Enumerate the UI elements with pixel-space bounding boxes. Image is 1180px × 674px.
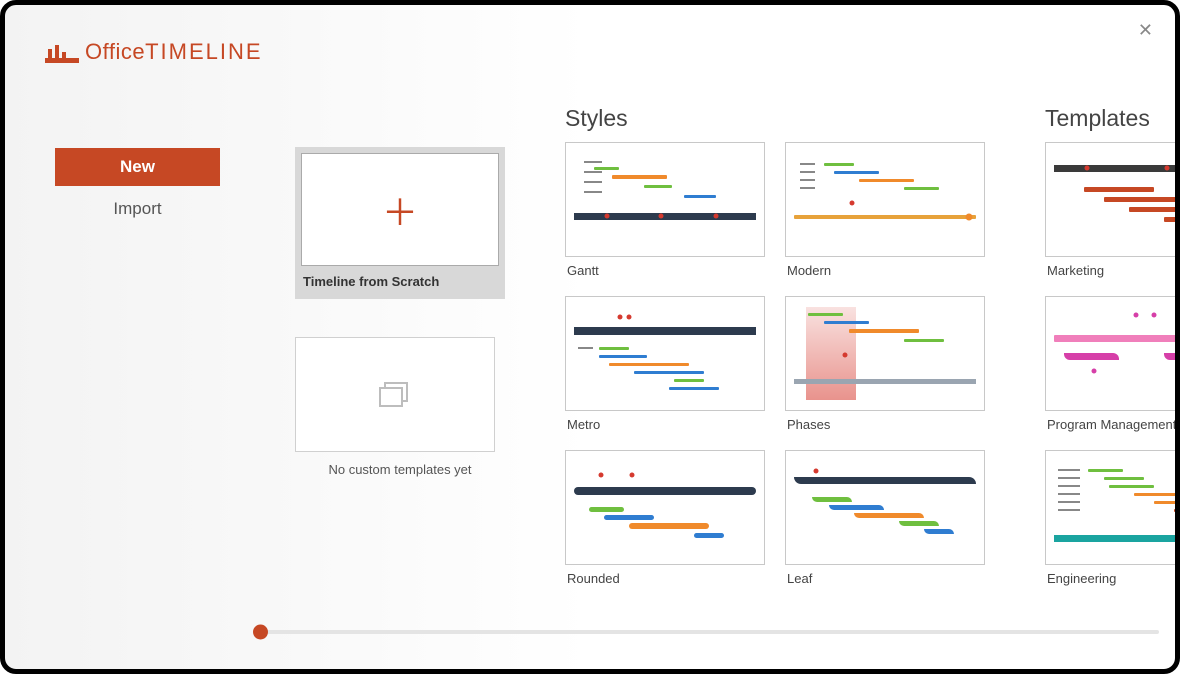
logo-text: OfficeTIMELINE [85, 39, 263, 65]
tile-thumb [785, 142, 985, 257]
app-window: ✕ OfficeTIMELINE New Import ＋ Ti [0, 0, 1180, 674]
tile-label: Timeline from Scratch [301, 266, 499, 293]
template-tile-marketing[interactable]: Marketing [1045, 142, 1175, 278]
tile-label: Rounded [565, 565, 765, 586]
tile-label: Modern [785, 257, 985, 278]
style-tile-leaf[interactable]: Leaf [785, 450, 985, 586]
template-tile-engineering[interactable]: Engineering [1045, 450, 1175, 586]
tile-timeline-from-scratch[interactable]: ＋ Timeline from Scratch [295, 147, 505, 299]
style-tile-metro[interactable]: Metro [565, 296, 765, 432]
templates-grid: Marketing [1045, 142, 1175, 586]
style-tile-modern[interactable]: Modern [785, 142, 985, 278]
tile-label: Phases [785, 411, 985, 432]
tile-label: Metro [565, 411, 765, 432]
plus-icon: ＋ [382, 184, 418, 236]
content-area: ＋ Timeline from Scratch No custom templa… [295, 105, 1175, 609]
tile-thumb [295, 337, 495, 452]
section-title-styles: Styles [565, 105, 1005, 132]
tile-thumb [1045, 296, 1175, 411]
tile-label: Program Management [1045, 411, 1175, 432]
scrollbar-track [265, 630, 1159, 634]
styles-section: Styles [565, 105, 1005, 586]
scrollbar-thumb[interactable] [253, 625, 268, 640]
app-logo: OfficeTIMELINE [45, 39, 263, 65]
close-button[interactable]: ✕ [1138, 21, 1153, 39]
style-tile-rounded[interactable]: Rounded [565, 450, 765, 586]
sidebar-item-import[interactable]: Import [55, 190, 220, 228]
tile-label: Gantt [565, 257, 765, 278]
tile-thumb [785, 450, 985, 565]
template-tile-program-management[interactable]: Program Management [1045, 296, 1175, 432]
sidebar: New Import [55, 148, 220, 232]
tile-thumb [785, 296, 985, 411]
style-tile-gantt[interactable]: Gantt [565, 142, 765, 278]
sidebar-item-new[interactable]: New [55, 148, 220, 186]
tile-thumb [565, 450, 765, 565]
close-icon: ✕ [1138, 20, 1153, 40]
style-tile-phases[interactable]: Phases [785, 296, 985, 432]
templates-section: Templates M [1045, 105, 1175, 586]
styles-grid: Gantt [565, 142, 1005, 586]
templates-stack-icon [377, 380, 413, 410]
tile-thumb [1045, 450, 1175, 565]
tile-thumb: ＋ [301, 153, 499, 266]
tile-label: Leaf [785, 565, 985, 586]
tile-custom-templates-empty[interactable]: No custom templates yet [295, 337, 505, 477]
tile-label: Engineering [1045, 565, 1175, 586]
sidebar-item-label: New [120, 157, 155, 177]
horizontal-scrollbar[interactable] [245, 625, 1159, 639]
tile-thumb [565, 142, 765, 257]
tile-label: Marketing [1045, 257, 1175, 278]
office-timeline-logo-icon [45, 40, 79, 64]
tile-thumb [565, 296, 765, 411]
sidebar-item-label: Import [113, 199, 161, 219]
tile-label: No custom templates yet [295, 452, 505, 477]
section-title-templates: Templates [1045, 105, 1175, 132]
tile-thumb [1045, 142, 1175, 257]
